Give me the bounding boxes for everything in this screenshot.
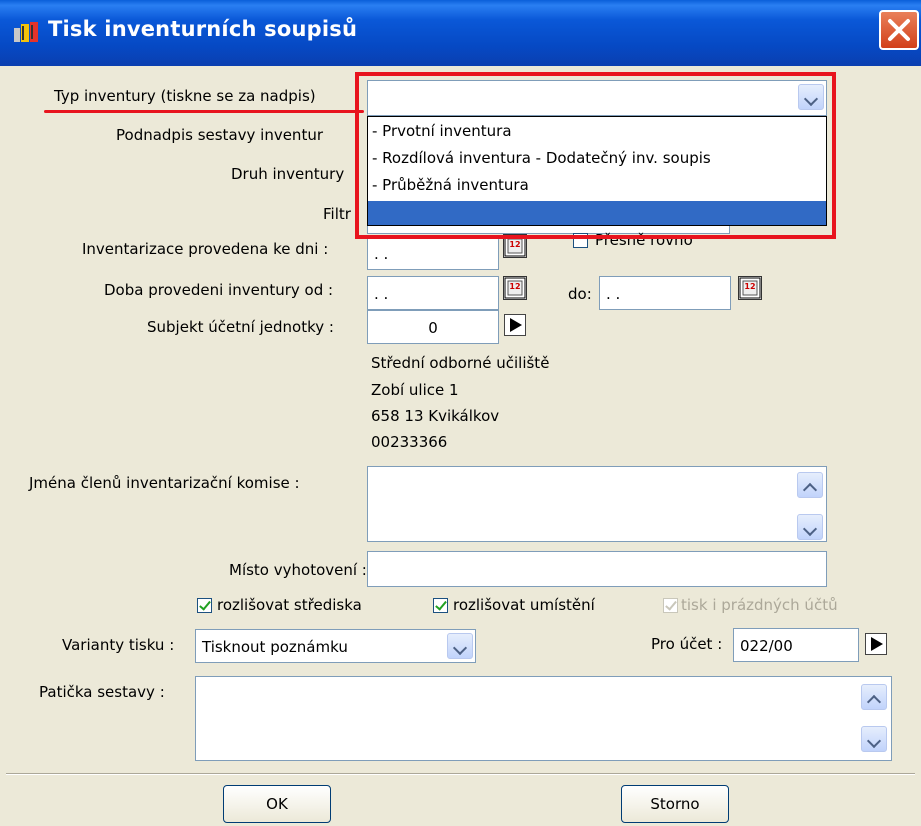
app-icon [14, 22, 38, 42]
varianty-label: Varianty tisku : [62, 636, 175, 654]
chevron-down-icon [866, 733, 882, 749]
close-button[interactable] [879, 10, 919, 50]
scroll-up-button[interactable] [797, 472, 823, 498]
umisteni-checkbox[interactable] [433, 598, 448, 613]
prazdnych-label: tisk i prázdných účtů [681, 596, 838, 614]
filtr-label: Filtr [323, 205, 351, 223]
ke-dni-label: Inventarizace provedena ke dni : [82, 240, 329, 258]
address-line: Zobí ulice 1 [371, 381, 459, 399]
typ-inventury-label: Typ inventury (tiskne se za nadpis) [54, 87, 316, 105]
calendar-icon[interactable]: 12 [503, 276, 527, 300]
paticka-label: Patička sestavy : [39, 683, 165, 701]
strediska-checkbox[interactable] [197, 598, 212, 613]
address-line: Střední odborné učiliště [371, 354, 550, 372]
doba-od-label: Doba provedeni inventury od : [104, 281, 334, 299]
subjekt-label: Subjekt účetní jednotky : [147, 318, 334, 336]
window-title: Tisk inventurních soupisů [48, 17, 358, 41]
calendar-icon[interactable]: 12 [738, 276, 762, 300]
subjekt-arrow-button[interactable] [504, 314, 526, 336]
druh-inventury-label: Druh inventury [231, 165, 345, 183]
title-bar[interactable]: Tisk inventurních soupisů [0, 0, 921, 66]
storno-button[interactable]: Storno [621, 785, 729, 823]
separator [6, 774, 915, 775]
umisteni-label: rozlišovat umístění [453, 596, 595, 614]
scroll-down-button[interactable] [861, 726, 887, 752]
misto-input[interactable] [367, 551, 827, 587]
paticka-textarea[interactable] [195, 676, 892, 761]
ke-dni-input[interactable]: . . [367, 236, 499, 270]
dialog-window: Tisk inventurních soupisů Typ inventury … [0, 0, 921, 826]
scroll-up-button[interactable] [861, 684, 887, 710]
annotation-underline [44, 110, 364, 113]
scroll-down-button[interactable] [797, 514, 823, 540]
doba-od-input[interactable]: . . [367, 276, 499, 310]
svg-text:12: 12 [509, 282, 520, 291]
strediska-label: rozlišovat střediska [217, 596, 362, 614]
address-line: 658 13 Kvikálkov [371, 407, 500, 425]
svg-text:12: 12 [744, 282, 755, 291]
calendar-graphic: 12 [739, 277, 761, 299]
subjekt-input[interactable]: 0 [367, 310, 499, 344]
prazdnych-checkbox[interactable] [663, 598, 678, 613]
chevron-down-icon [802, 521, 818, 537]
chevron-down-icon [452, 640, 468, 656]
doba-do-input[interactable]: . . [599, 276, 731, 310]
pro-ucet-label: Pro účet : [651, 635, 723, 653]
annotation-highlight-box [355, 72, 836, 239]
varianty-dropdown-button[interactable] [447, 633, 473, 659]
podnadpis-label: Podnadpis sestavy inventur [116, 126, 323, 144]
calendar-graphic: 12 [504, 277, 526, 299]
chevron-up-icon [866, 694, 882, 710]
do-label: do: [568, 285, 592, 303]
chevron-up-icon [802, 482, 818, 498]
komise-textarea[interactable] [367, 466, 827, 542]
svg-text:12: 12 [509, 240, 520, 249]
pro-ucet-input[interactable]: 022/00 [733, 628, 859, 662]
ok-button[interactable]: OK [223, 785, 331, 823]
komise-label: Jména členů inventarizační komise : [29, 474, 300, 492]
close-icon [888, 19, 910, 41]
misto-label: Místo vyhotovení : [229, 561, 367, 579]
address-line: 00233366 [371, 433, 448, 451]
pro-ucet-arrow-button[interactable] [865, 633, 887, 655]
varianty-select[interactable]: Tisknout poznámku [195, 629, 476, 663]
